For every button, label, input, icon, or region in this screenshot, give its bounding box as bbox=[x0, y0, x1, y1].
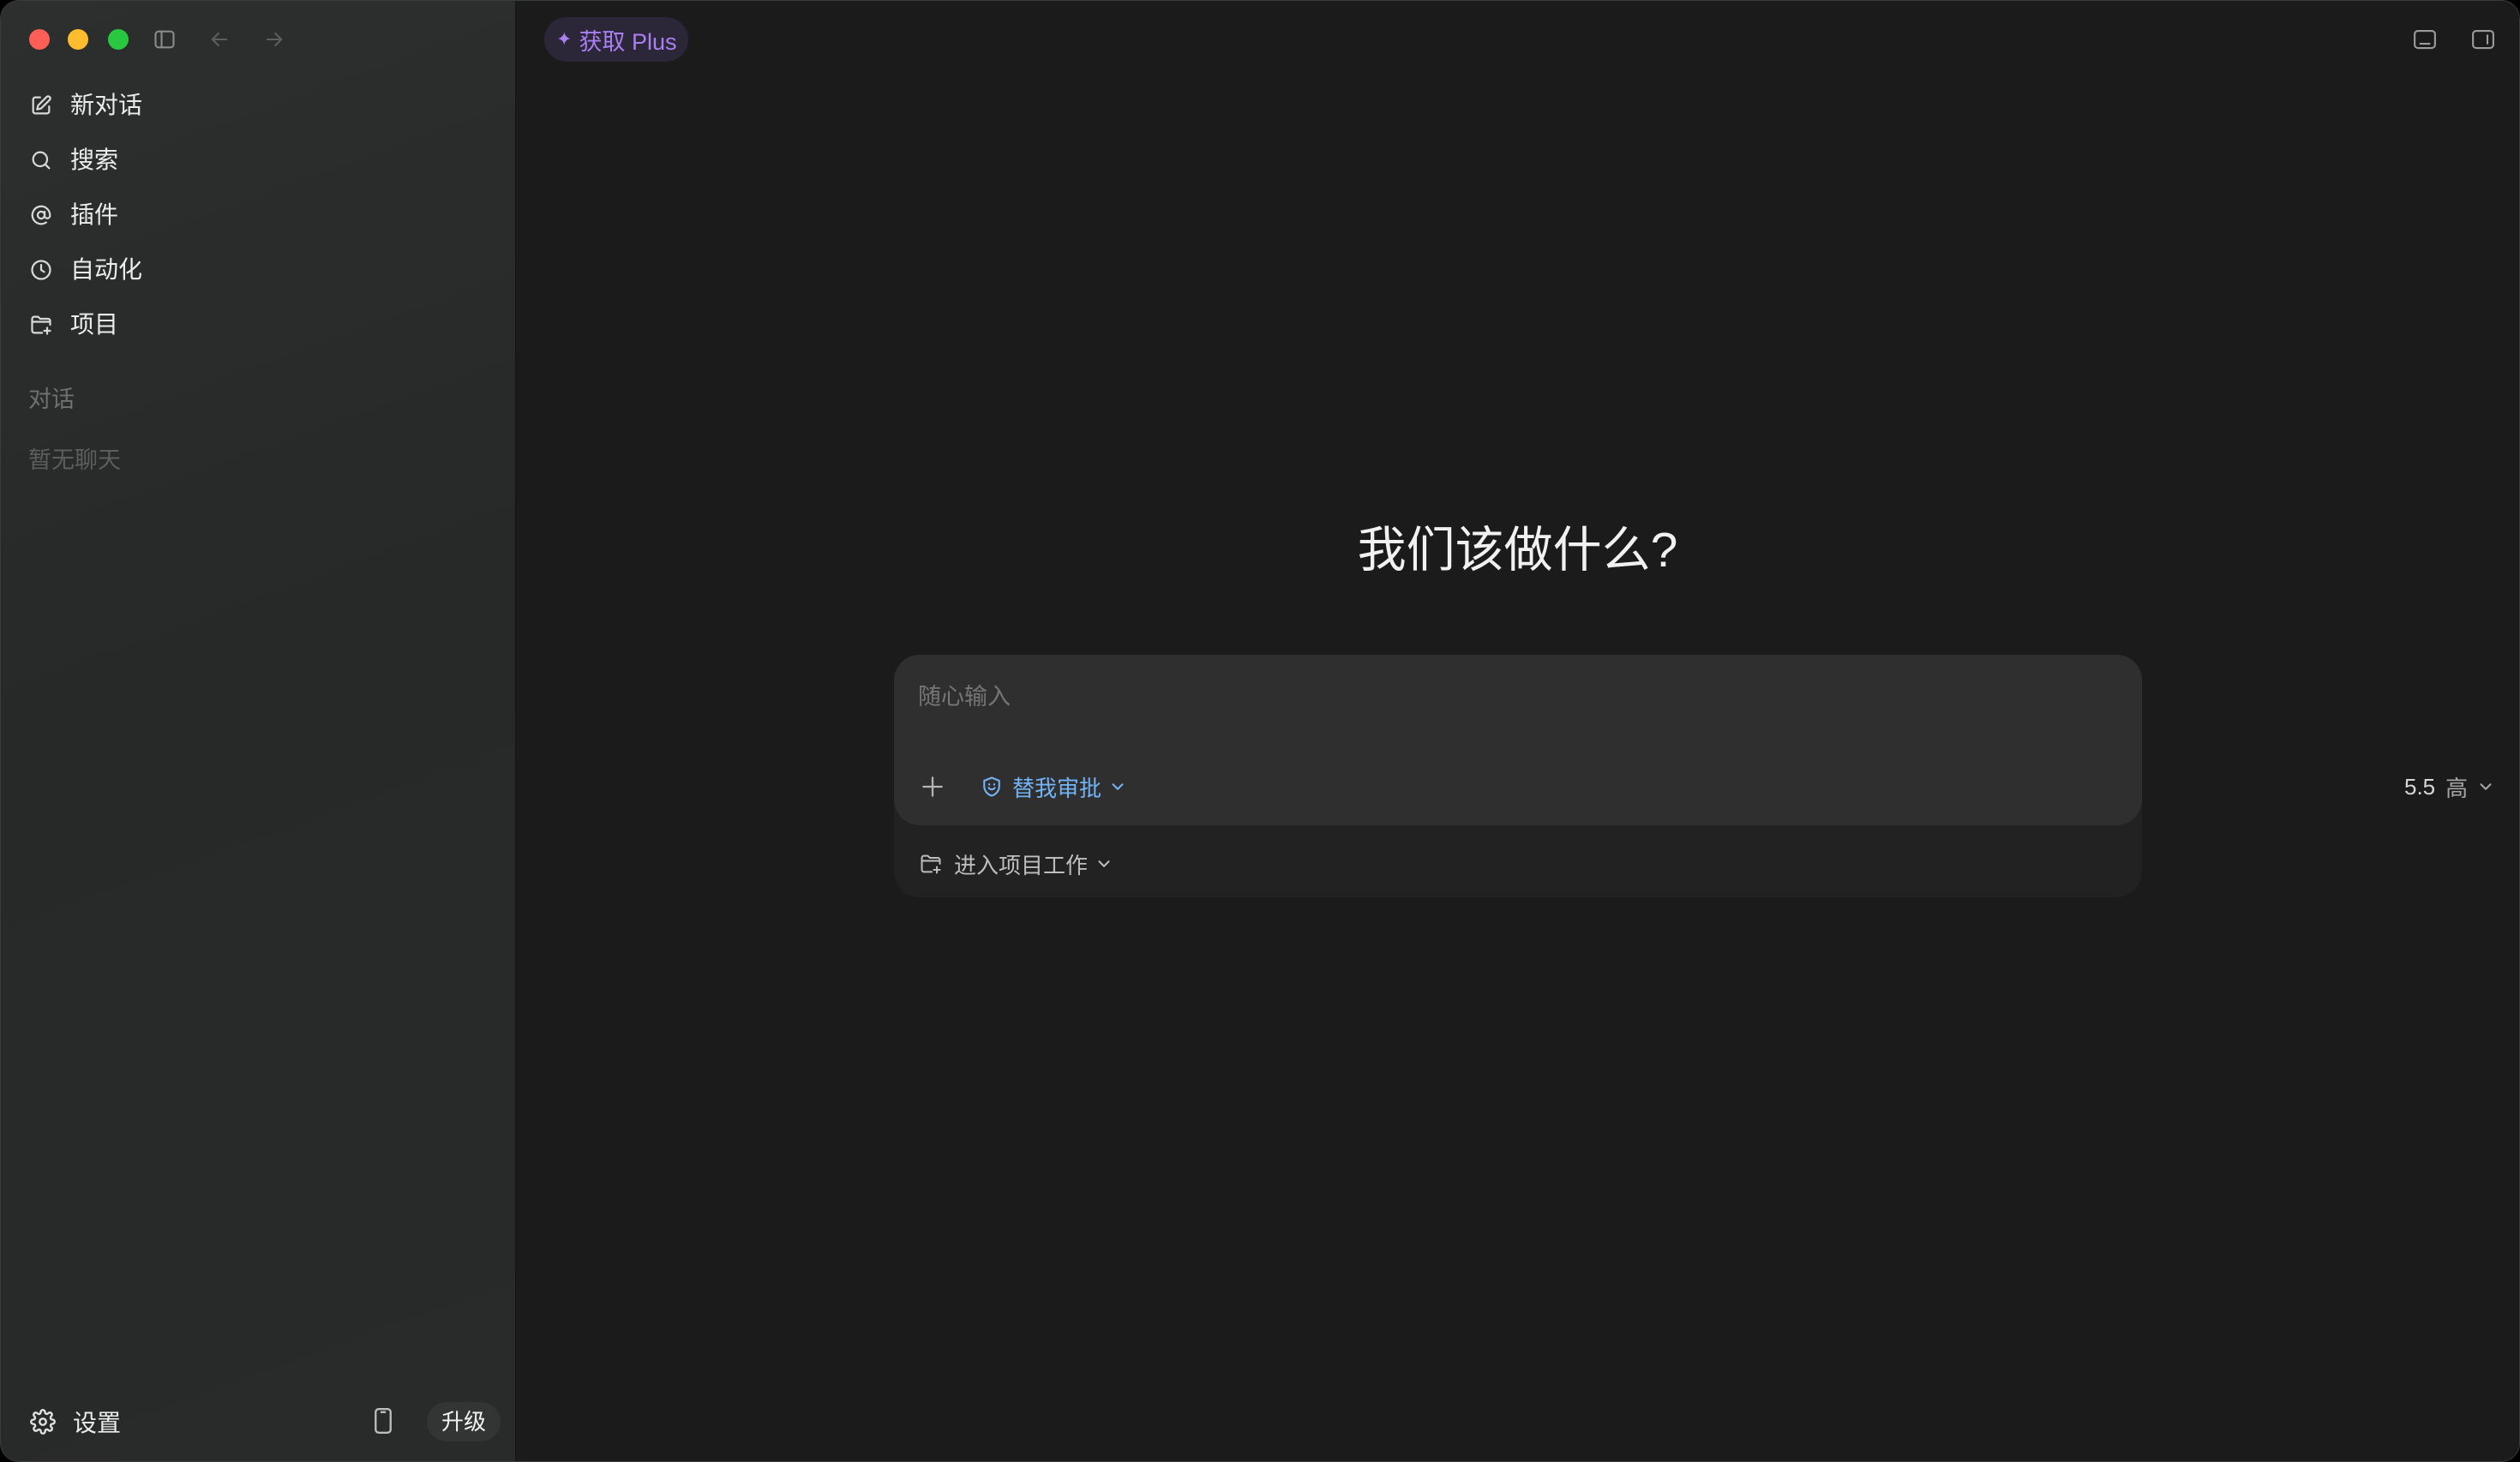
conversations-section-label: 对话 bbox=[28, 386, 75, 412]
message-input[interactable] bbox=[916, 677, 2120, 716]
sidebar: 新对话 搜索 插件 自动化 项目 对话 暂无聊天 设置 升级 bbox=[1, 1, 516, 1461]
maximize-window-button[interactable] bbox=[108, 29, 129, 50]
bottom-panel-icon[interactable] bbox=[2412, 27, 2438, 51]
reasoning-effort: 高 bbox=[2445, 775, 2469, 801]
folder-plus-icon bbox=[918, 852, 944, 876]
model-version: 5.5 bbox=[2404, 773, 2436, 800]
sidebar-item-projects[interactable]: 项目 bbox=[15, 301, 501, 349]
compose-icon bbox=[29, 93, 53, 117]
minimize-window-button[interactable] bbox=[68, 29, 88, 50]
app-window: 新对话 搜索 插件 自动化 项目 对话 暂无聊天 设置 升级 ✦ 获取 Plus… bbox=[0, 0, 2520, 1462]
enter-project-dropdown[interactable]: 进入项目工作 bbox=[918, 845, 1113, 883]
chevron-down-icon bbox=[1095, 854, 1113, 873]
settings-label: 设置 bbox=[73, 1410, 122, 1436]
sidebar-item-automation[interactable]: 自动化 bbox=[15, 246, 501, 294]
composer-card: 替我审批 5.5 高 bbox=[894, 655, 2492, 825]
no-chats-text: 暂无聊天 bbox=[28, 447, 121, 473]
add-attachment-icon[interactable] bbox=[919, 773, 946, 800]
chevron-down-icon bbox=[1108, 777, 1127, 796]
folder-plus-icon bbox=[29, 313, 53, 337]
sidebar-item-search[interactable]: 搜索 bbox=[15, 136, 501, 184]
composer: 替我审批 5.5 高 bbox=[894, 655, 2492, 897]
page-heading: 我们该做什么? bbox=[1357, 523, 1678, 578]
sidebar-item-label: 新对话 bbox=[70, 92, 143, 118]
sidebar-item-label: 项目 bbox=[70, 311, 119, 338]
search-icon bbox=[29, 148, 53, 172]
sidebar-item-label: 自动化 bbox=[70, 256, 143, 283]
sidebar-item-new-chat[interactable]: 新对话 bbox=[15, 81, 501, 129]
shield-icon bbox=[980, 775, 1004, 799]
get-plus-label: 获取 Plus bbox=[579, 28, 677, 55]
phone-icon[interactable] bbox=[371, 1407, 395, 1435]
main-panel: ✦ 获取 Plus 我们该做什么? 替我审批 bbox=[516, 1, 2519, 1461]
approval-mode-label: 替我审批 bbox=[1012, 775, 1102, 801]
forward-arrow-icon[interactable] bbox=[262, 27, 286, 51]
sparkle-icon: ✦ bbox=[556, 28, 573, 50]
sidebar-item-plugins[interactable]: 插件 bbox=[15, 191, 501, 239]
gear-icon bbox=[30, 1409, 56, 1435]
sidebar-item-label: 搜索 bbox=[70, 147, 119, 173]
chevron-down-icon bbox=[2476, 777, 2495, 796]
upgrade-button[interactable]: 升级 bbox=[427, 1402, 501, 1441]
sidebar-item-label: 插件 bbox=[70, 201, 119, 228]
approval-mode-dropdown[interactable]: 替我审批 bbox=[980, 768, 1127, 806]
back-arrow-icon[interactable] bbox=[207, 27, 231, 51]
settings-button[interactable]: 设置 bbox=[18, 1398, 189, 1446]
get-plus-button[interactable]: ✦ 获取 Plus bbox=[544, 17, 689, 62]
at-sign-icon bbox=[29, 203, 53, 227]
model-selector[interactable]: 5.5 高 bbox=[2404, 768, 2495, 806]
enter-project-label: 进入项目工作 bbox=[954, 852, 1089, 878]
close-window-button[interactable] bbox=[29, 29, 50, 50]
sidebar-toggle-icon[interactable] bbox=[153, 27, 177, 51]
right-panel-icon[interactable] bbox=[2470, 27, 2496, 51]
clock-icon bbox=[29, 258, 53, 282]
